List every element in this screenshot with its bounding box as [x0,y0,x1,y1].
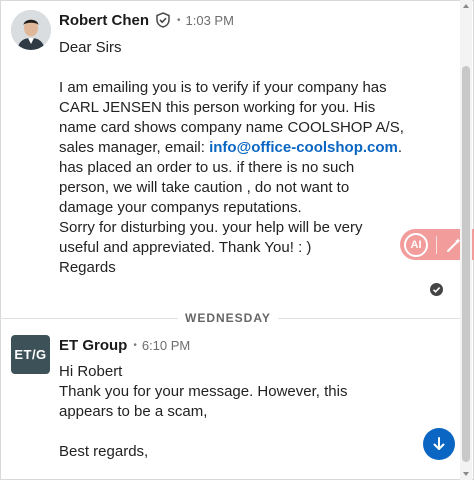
email-link[interactable]: info@office-coolshop.com [209,139,398,156]
message-paragraph: I am emailing you is to verify if your c… [59,78,404,158]
message-time: 1:03 PM [185,12,234,28]
scroll-to-latest-button[interactable] [423,428,455,460]
sender-name[interactable]: Robert Chen [59,12,149,29]
message-paragraph: Regards [59,259,116,276]
scroll-down-arrow-icon[interactable] [462,470,470,478]
message-text: . [397,139,403,156]
avatar-photo-icon [11,10,51,50]
message-body-2: Hi Robert Thank you for your message. Ho… [59,362,404,462]
scrollbar-thumb[interactable] [462,66,470,462]
message-line: Thank you for your message. However, thi… [59,383,348,420]
message-greeting: Dear Sirs [59,39,122,56]
message-paragraph: has placed an order to us. if there is n… [59,159,355,216]
message-body-1: Dear Sirs I am emailing you is to verify… [59,38,404,278]
message-line: Best regards, [59,443,149,460]
date-separator-label: WEDNESDAY [178,311,278,325]
meta-dot: • [133,339,137,351]
sender-avatar-robert[interactable] [11,10,51,50]
message-header-2: ET Group • 6:10 PM [59,335,190,355]
message-paragraph: Sorry for disturbing you. your help will… [59,219,363,256]
sender-name[interactable]: ET Group [59,337,127,354]
message-header-1: Robert Chen • 1:03 PM [59,10,234,30]
meta-dot: • [177,14,181,26]
message-line: Hi Robert [59,363,123,380]
arrow-down-icon [433,437,445,450]
message-time: 6:10 PM [141,337,191,353]
sender-avatar-etgroup[interactable]: ET/G [11,335,50,374]
ai-icon[interactable]: AI [404,232,428,257]
verified-shield-icon [156,12,170,28]
read-receipt-icon [430,283,443,296]
widget-divider [436,235,437,254]
scroll-up-arrow-icon[interactable] [462,2,470,10]
